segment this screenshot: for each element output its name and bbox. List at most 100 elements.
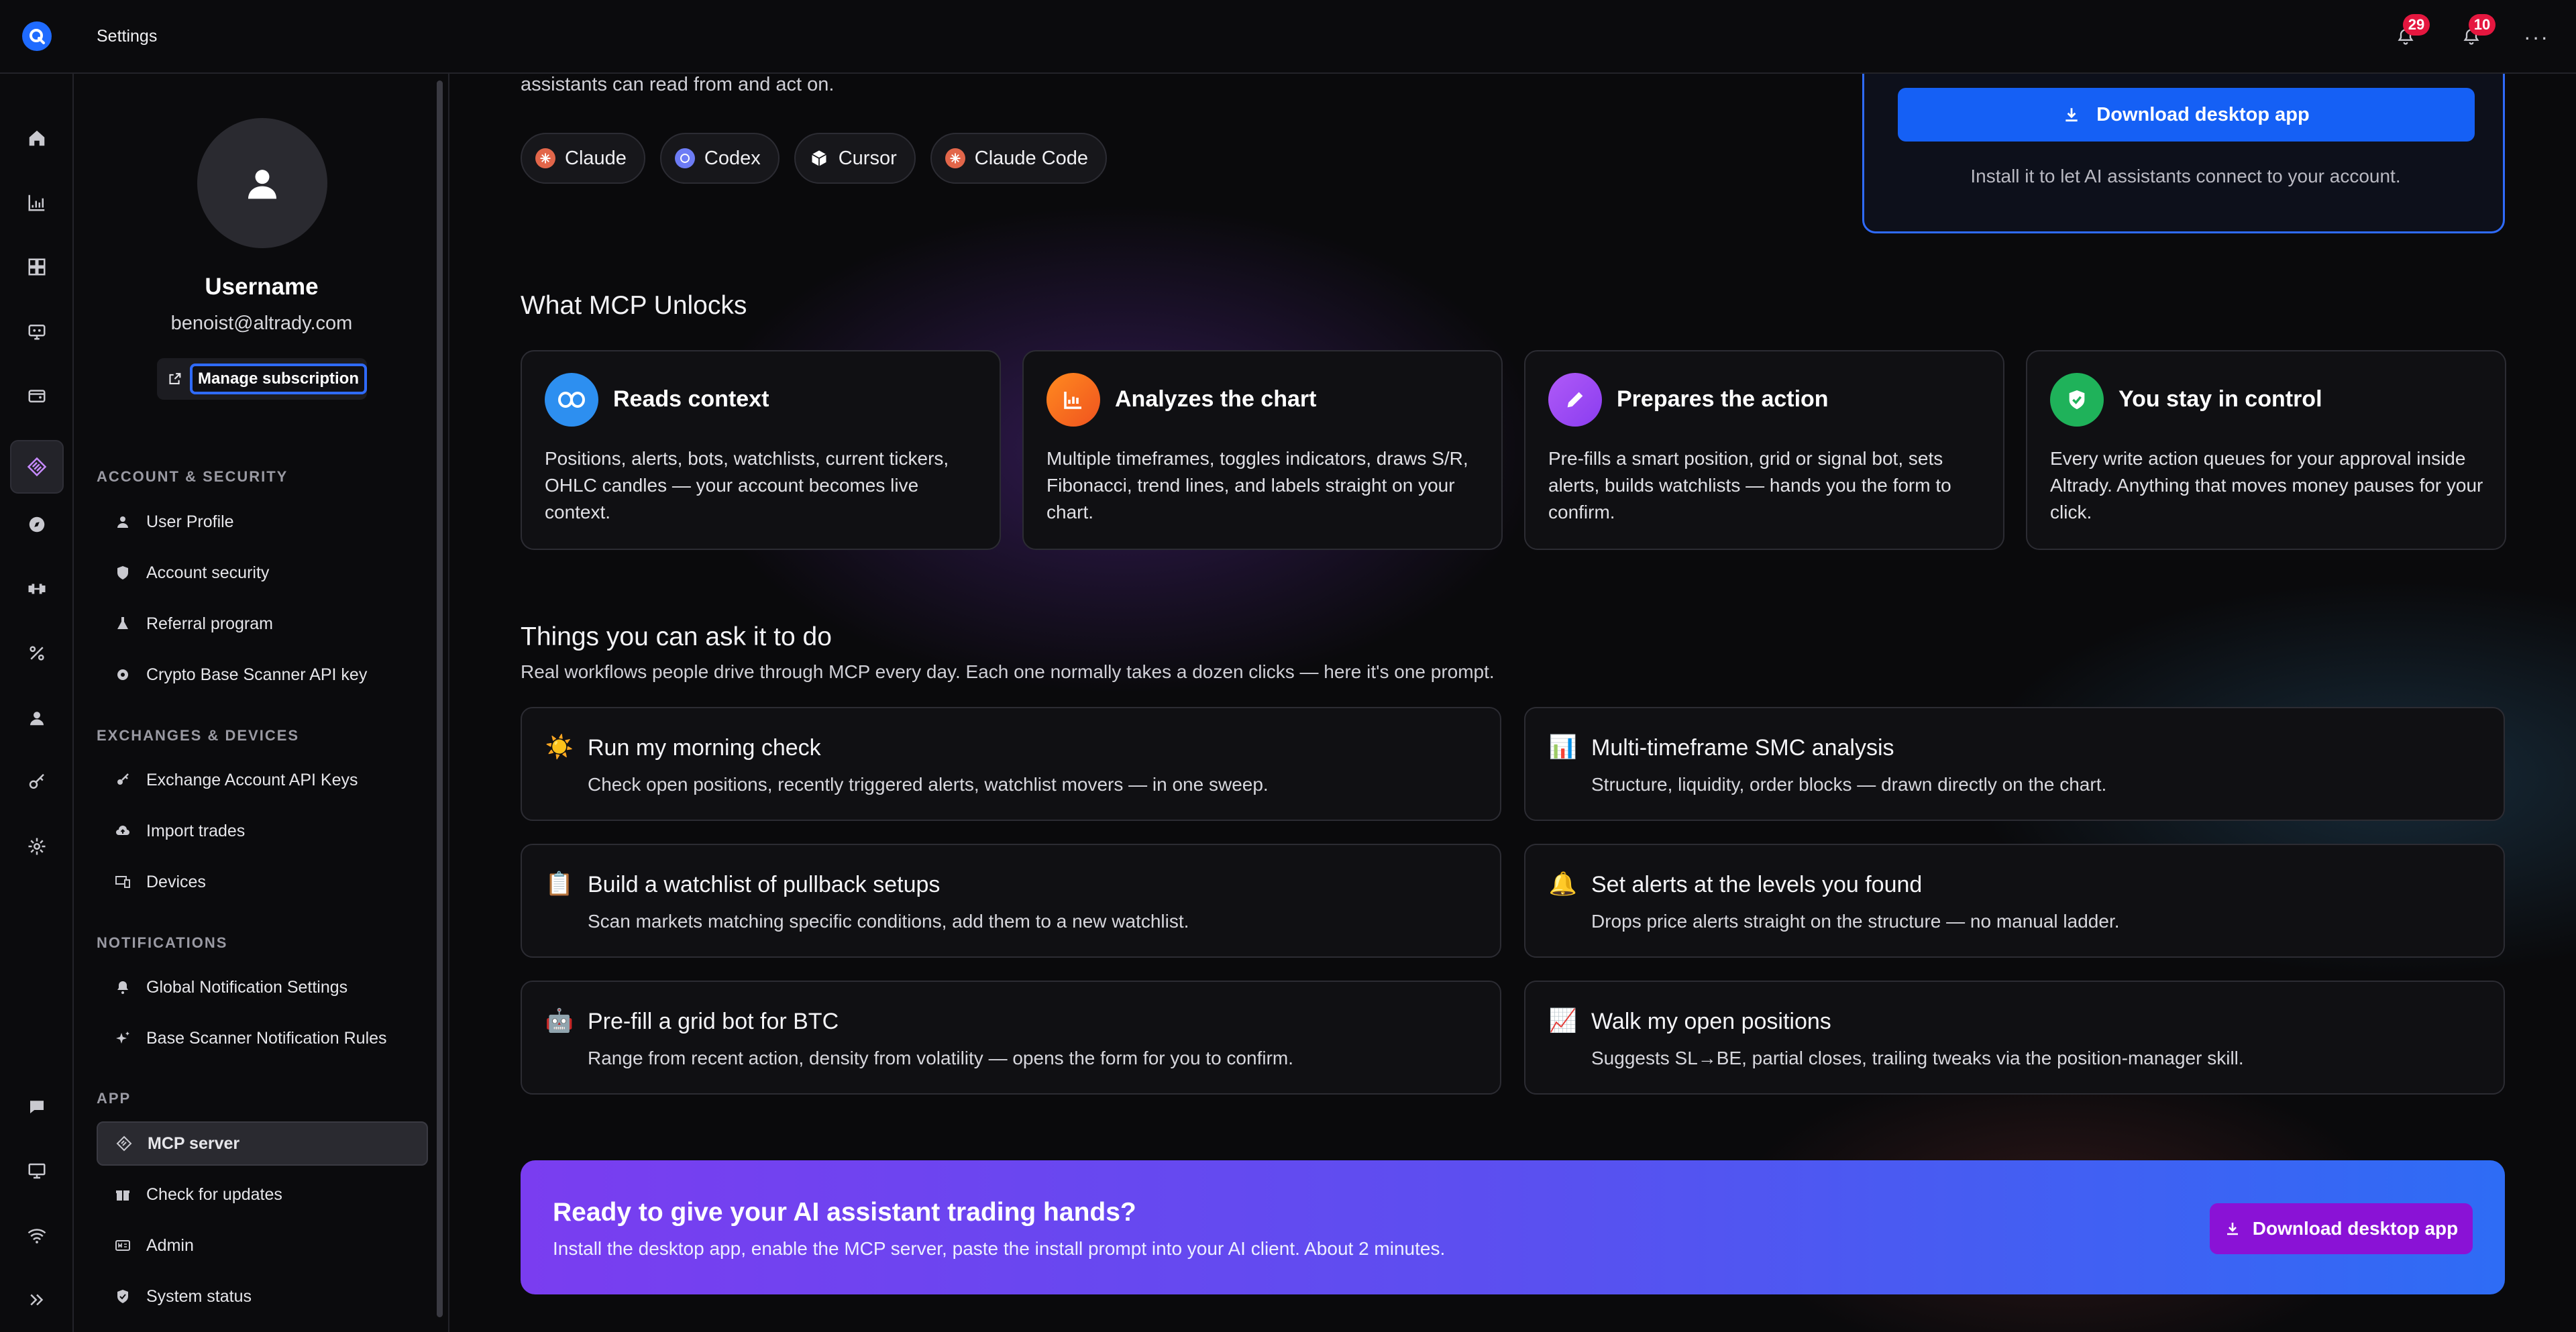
sidebar-item-check-updates[interactable]: Check for updates bbox=[97, 1172, 428, 1217]
tasks-heading: Things you can ask it to do bbox=[521, 622, 832, 651]
manage-subscription-button[interactable]: Manage subscription bbox=[189, 364, 367, 394]
sidebar-item-label: MCP server bbox=[148, 1133, 240, 1153]
task-desc: Check open positions, recently triggered… bbox=[588, 774, 1269, 795]
tasks-subheading: Real workflows people drive through MCP … bbox=[521, 661, 1495, 682]
wallet-icon[interactable] bbox=[10, 369, 64, 423]
sidebar-item-scanner-rules[interactable]: Base Scanner Notification Rules bbox=[97, 1016, 428, 1060]
dumbbell-icon[interactable] bbox=[10, 562, 64, 616]
unlock-title: Analyzes the chart bbox=[1115, 386, 1317, 412]
task-card[interactable]: ☀️ Run my morning check Check open posit… bbox=[521, 707, 1501, 821]
cursor-icon bbox=[809, 148, 829, 168]
task-card[interactable]: 📈 Walk my open positions Suggests SL→BE,… bbox=[1524, 981, 2505, 1095]
external-link-icon bbox=[169, 373, 181, 385]
sidebar-item-account-security[interactable]: Account security bbox=[97, 551, 428, 595]
percent-icon[interactable] bbox=[10, 626, 64, 680]
chart-icon[interactable] bbox=[10, 176, 64, 229]
task-card[interactable]: 📊 Multi-timeframe SMC analysis Structure… bbox=[1524, 707, 2505, 821]
sidebar-scrollbar[interactable] bbox=[437, 80, 443, 1317]
sidebar-item-mcp-server[interactable]: MCP server bbox=[97, 1121, 428, 1166]
section-app: APP bbox=[97, 1090, 131, 1107]
mcp-icon[interactable] bbox=[10, 440, 64, 494]
task-title: Build a watchlist of pullback setups bbox=[588, 872, 941, 897]
main-content: assistants can read from and act on. Cla… bbox=[451, 74, 2576, 1332]
client-chips: Claude Codex Cursor Claude Code bbox=[521, 133, 1108, 184]
sidebar-item-label: System status bbox=[146, 1286, 252, 1306]
grid-icon[interactable] bbox=[10, 240, 64, 294]
home-icon[interactable] bbox=[10, 111, 64, 165]
sidebar-item-admin[interactable]: Admin bbox=[97, 1223, 428, 1268]
more-menu-icon[interactable]: ··· bbox=[2524, 26, 2549, 48]
sidebar-item-scanner-api-key[interactable]: Crypto Base Scanner API key bbox=[97, 653, 428, 697]
client-chip-label: Claude bbox=[565, 147, 627, 169]
expand-icon[interactable] bbox=[10, 1273, 64, 1327]
sidebar-item-label: Account security bbox=[146, 563, 270, 582]
sidebar-item-user-profile[interactable]: User Profile bbox=[97, 500, 428, 544]
wifi-icon[interactable] bbox=[10, 1209, 64, 1262]
page-title: Settings bbox=[97, 26, 158, 46]
unlock-card-analyzes-chart: Analyzes the chart Multiple timeframes, … bbox=[1022, 350, 1503, 550]
section-account-security: ACCOUNT & SECURITY bbox=[97, 468, 288, 485]
user-icon bbox=[248, 170, 276, 199]
compass-icon[interactable] bbox=[10, 498, 64, 551]
bot-icon[interactable] bbox=[10, 304, 64, 358]
task-card[interactable]: 🔔 Set alerts at the levels you found Dro… bbox=[1524, 844, 2505, 958]
task-title: Pre-fill a grid bot for BTC bbox=[588, 1009, 839, 1034]
unlock-title: Prepares the action bbox=[1617, 386, 1829, 412]
alerts-button[interactable]: 29 bbox=[2392, 14, 2430, 50]
task-desc: Scan markets matching specific condition… bbox=[588, 911, 1189, 932]
sidebar-item-label: Import trades bbox=[146, 821, 246, 840]
nav-rail bbox=[0, 74, 74, 1332]
codex-icon bbox=[674, 148, 695, 168]
client-chip-claude-code[interactable]: Claude Code bbox=[930, 133, 1108, 184]
task-card[interactable]: 🤖 Pre-fill a grid bot for BTC Range from… bbox=[521, 981, 1501, 1095]
claude-icon bbox=[535, 148, 555, 168]
shield-check-icon bbox=[114, 1288, 131, 1305]
unlock-desc: Multiple timeframes, toggles indicators,… bbox=[1046, 448, 1468, 522]
cta-button-label: Download desktop app bbox=[2252, 1218, 2459, 1239]
task-title: Walk my open positions bbox=[1591, 1009, 1831, 1034]
client-chip-label: Cursor bbox=[838, 147, 897, 169]
sidebar-item-global-notifications[interactable]: Global Notification Settings bbox=[97, 965, 428, 1009]
robot-icon: 🤖 bbox=[545, 1008, 574, 1034]
client-chip-claude[interactable]: Claude bbox=[521, 133, 645, 184]
cta-subtitle: Install the desktop app, enable the MCP … bbox=[553, 1238, 1446, 1259]
task-title: Set alerts at the levels you found bbox=[1591, 872, 1923, 897]
task-title: Run my morning check bbox=[588, 735, 821, 761]
sidebar-item-label: Admin bbox=[146, 1235, 194, 1255]
sidebar-item-referral[interactable]: Referral program bbox=[97, 602, 428, 646]
notifications-button[interactable]: 10 bbox=[2458, 14, 2496, 50]
trend-up-icon: 📈 bbox=[1548, 1008, 1578, 1034]
sidebar-item-system-status[interactable]: System status bbox=[97, 1274, 428, 1319]
unlock-title: Reads context bbox=[613, 386, 769, 412]
task-card[interactable]: 📋 Build a watchlist of pullback setups S… bbox=[521, 844, 1501, 958]
unlock-desc: Positions, alerts, bots, watchlists, cur… bbox=[545, 448, 949, 522]
app-logo[interactable] bbox=[0, 0, 74, 73]
avatar[interactable] bbox=[197, 118, 327, 248]
download-desktop-button[interactable]: Download desktop app bbox=[1898, 88, 2475, 142]
infinity-icon bbox=[545, 373, 598, 427]
sparkle-icon bbox=[114, 1030, 131, 1047]
cta-title: Ready to give your AI assistant trading … bbox=[553, 1198, 1136, 1227]
task-desc: Suggests SL→BE, partial closes, trailing… bbox=[1591, 1048, 2244, 1068]
client-chip-cursor[interactable]: Cursor bbox=[794, 133, 916, 184]
sidebar-item-import-trades[interactable]: Import trades bbox=[97, 809, 428, 853]
chat-icon[interactable] bbox=[10, 1080, 64, 1133]
desktop-icon[interactable] bbox=[10, 1144, 64, 1198]
download-icon bbox=[2065, 108, 2078, 122]
admin-icon bbox=[114, 1237, 131, 1254]
key-icon[interactable] bbox=[10, 755, 64, 809]
sidebar-item-exchange-keys[interactable]: Exchange Account API Keys bbox=[97, 758, 428, 802]
sidebar-item-devices[interactable]: Devices bbox=[97, 860, 428, 904]
cta-download-button[interactable]: Download desktop app bbox=[2210, 1203, 2473, 1254]
bell-icon bbox=[114, 979, 131, 996]
gear-icon[interactable] bbox=[10, 820, 64, 873]
user-badge-icon[interactable] bbox=[10, 691, 64, 744]
unlock-title: You stay in control bbox=[2118, 386, 2322, 412]
alerts-badge: 29 bbox=[2403, 14, 2430, 36]
unlock-desc: Pre-fills a smart position, grid or sign… bbox=[1548, 448, 1951, 522]
task-desc: Range from recent action, density from v… bbox=[588, 1048, 1293, 1068]
task-desc: Drops price alerts straight on the struc… bbox=[1591, 911, 2120, 932]
client-chip-codex[interactable]: Codex bbox=[659, 133, 780, 184]
sidebar-item-label: Devices bbox=[146, 872, 206, 891]
notifications-badge: 10 bbox=[2469, 14, 2496, 36]
